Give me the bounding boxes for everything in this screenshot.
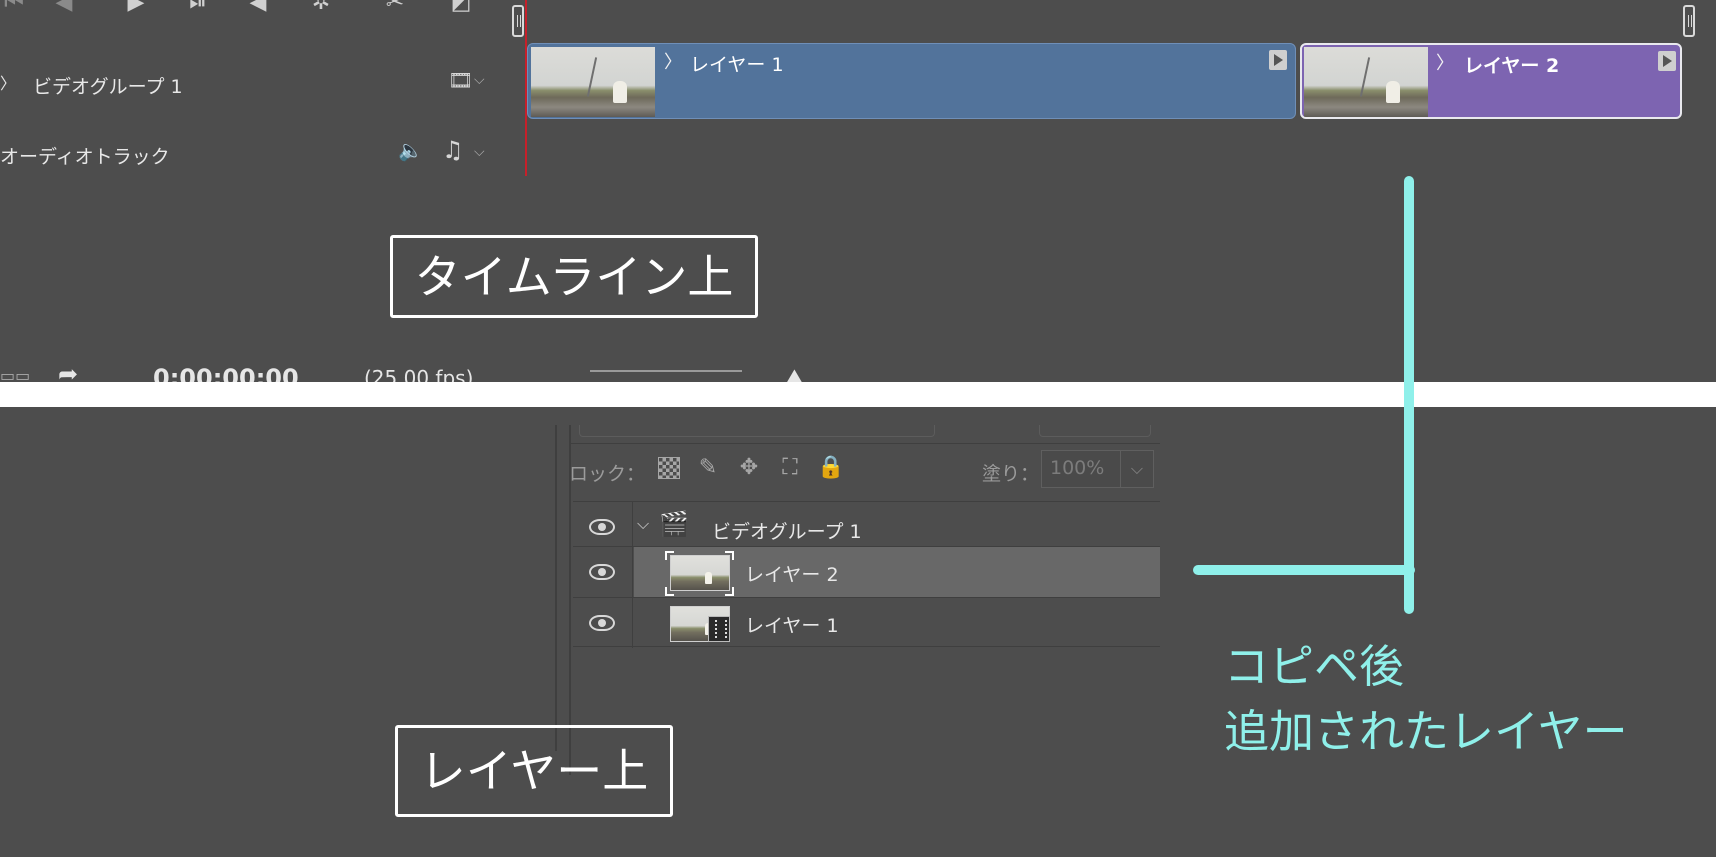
clapperboard-icon: 🎬 xyxy=(659,510,689,538)
visibility-toggle[interactable] xyxy=(573,502,633,552)
clip-layer-1[interactable]: 〉 レイヤー 1 xyxy=(527,43,1296,119)
layer-group-row[interactable]: ⌵ 🎬 ビデオグループ 1 xyxy=(573,501,1160,552)
step-back-icon[interactable]: ◀ xyxy=(50,0,78,18)
render-icon[interactable]: ▭▭ xyxy=(0,366,30,382)
layer-row[interactable]: レイヤー 1 xyxy=(573,597,1160,648)
eye-icon[interactable] xyxy=(589,615,615,631)
timeline-caption: タイムライン上 xyxy=(390,235,758,318)
group-name: ビデオグループ 1 xyxy=(712,521,862,543)
layer-name[interactable]: レイヤー 1 xyxy=(745,611,839,638)
zoom-slider[interactable] xyxy=(590,370,742,372)
speaker-icon[interactable]: 🔈 xyxy=(398,138,423,162)
fill-label: 塗り： xyxy=(982,463,1040,485)
transition-icon[interactable]: ◩ xyxy=(447,0,475,18)
step-forward-icon[interactable]: ⏯ xyxy=(184,0,212,18)
timeline-panel: ⏮ ◀ ▶ ⏯ ◀ ✲ ✂ ◩ 〉 ビデオグループ 1 🎞 ⌵ オーディオトラッ… xyxy=(0,0,1716,382)
work-area-end-handle[interactable] xyxy=(1683,5,1695,37)
annotation-horizontal-line xyxy=(1193,565,1415,575)
layer-thumbnail xyxy=(670,606,730,642)
zoom-in-icon[interactable]: ⛰ xyxy=(786,364,803,382)
clip-play-icon[interactable] xyxy=(1269,50,1287,70)
clip-chevron-icon[interactable]: 〉 xyxy=(664,48,682,74)
lock-label: ロック： xyxy=(569,463,646,485)
layer-row[interactable]: レイヤー 2 xyxy=(573,546,1160,597)
layers-caption: レイヤー上 xyxy=(395,725,673,817)
visibility-toggle[interactable] xyxy=(573,547,633,597)
split-icon[interactable]: ✂ xyxy=(381,0,409,18)
frame-rate: (25.00 fps) xyxy=(364,366,474,382)
visibility-toggle[interactable] xyxy=(573,598,633,648)
chevron-down-icon[interactable]: ⌵ xyxy=(474,72,485,88)
lock-transparent-pixels-icon[interactable] xyxy=(656,455,682,481)
clip-play-icon[interactable] xyxy=(1658,51,1676,71)
layer-name[interactable]: レイヤー 2 xyxy=(745,560,839,587)
chevron-down-icon[interactable]: ⌵ xyxy=(474,144,485,160)
clip-chevron-icon[interactable]: 〉 xyxy=(1436,49,1454,75)
separator xyxy=(0,382,1716,407)
clip-thumbnail xyxy=(531,47,655,117)
annotation-vertical-line xyxy=(1404,176,1414,614)
go-to-first-frame-icon[interactable]: ⏮ xyxy=(0,0,28,18)
lock-artboard-icon[interactable]: ⛶ xyxy=(777,455,803,481)
video-layer-icon xyxy=(708,616,730,642)
clip-layer-2[interactable]: 〉 レイヤー 2 xyxy=(1300,43,1682,119)
track-expand-chevron[interactable]: 〉 xyxy=(0,70,16,94)
annotation-line-2: 追加されたレイヤー xyxy=(1224,705,1628,758)
layers-panel: ロック： ✎ ✥ ⛶ 🔒 塗り： 100% ⌵ ⌵ 🎬 ビデオグループ 1 レイ… xyxy=(555,425,1160,751)
layer-thumbnail xyxy=(670,555,730,591)
eye-icon[interactable] xyxy=(589,564,615,580)
clip-name: レイヤー 2 xyxy=(1464,55,1560,77)
eye-icon[interactable] xyxy=(589,519,615,535)
fill-input[interactable]: 100% xyxy=(1041,450,1121,488)
annotation-line-1: コピペ後 xyxy=(1224,640,1405,693)
track-label-audio: オーディオトラック xyxy=(0,146,170,168)
fill-dropdown[interactable]: ⌵ xyxy=(1120,450,1154,488)
film-strip-icon[interactable]: 🎞 xyxy=(448,68,473,92)
timecode: 0:00:00:00 xyxy=(153,364,299,382)
clip-name: レイヤー 1 xyxy=(690,54,784,76)
lock-position-icon[interactable]: ✥ xyxy=(736,455,762,481)
settings-icon[interactable]: ✲ xyxy=(307,0,335,18)
track-label-video-group: ビデオグループ 1 xyxy=(33,76,183,98)
lock-image-pixels-icon[interactable]: ✎ xyxy=(695,455,721,481)
chevron-down-icon[interactable]: ⌵ xyxy=(637,514,649,534)
mute-icon[interactable]: ◀ xyxy=(244,0,272,18)
clip-thumbnail xyxy=(1304,47,1428,117)
music-note-icon[interactable]: ♫ xyxy=(442,136,464,164)
export-icon[interactable]: ➦ xyxy=(58,360,78,382)
play-icon[interactable]: ▶ xyxy=(122,0,150,18)
work-area-start-handle[interactable] xyxy=(512,5,524,37)
lock-all-icon[interactable]: 🔒 xyxy=(817,455,844,481)
